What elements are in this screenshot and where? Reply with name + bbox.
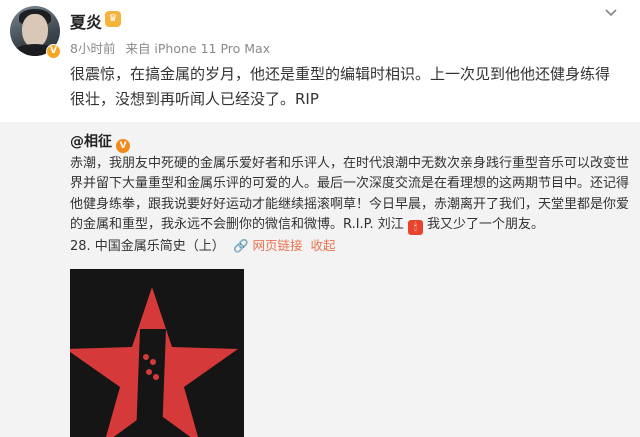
post-time[interactable]: 8小时前	[70, 41, 115, 56]
collapse-link[interactable]: 收起	[311, 238, 336, 253]
weibo-post: V 夏炎 ♛ 8小时前 来自 iPhone 11 Pro Max 很震惊，在搞金…	[0, 0, 640, 122]
star-guitar-artwork	[70, 287, 238, 437]
post-meta: 8小时前 来自 iPhone 11 Pro Max	[70, 38, 270, 57]
verified-badge-icon: V	[46, 44, 61, 59]
repost-list-item: 28. 中国金属乐简史（上）	[70, 238, 225, 254]
author-name[interactable]: 夏炎	[70, 9, 102, 33]
repost-body: 赤潮，我朋友中死硬的金属乐爱好者和乐评人，在时代浪潮中无数次亲身践行重型音乐可以…	[70, 155, 630, 233]
orange-verified-icon: V	[116, 139, 131, 153]
candle-emoji-icon: 🕯	[407, 220, 423, 235]
avatar-face	[22, 14, 48, 48]
chevron-down-icon[interactable]	[604, 6, 618, 20]
repost-card[interactable]: @相征 V 赤潮，我朋友中死硬的金属乐爱好者和乐评人，在时代浪潮中无数次亲身践行…	[0, 122, 640, 437]
post-content: 很震惊，在搞金属的岁月，他还是重型的编辑时相识。上一次见到他他还健身练得很壮，没…	[70, 65, 611, 108]
crown-icon: ♛	[105, 11, 121, 27]
repost-text: @相征 V 赤潮，我朋友中死硬的金属乐爱好者和乐评人，在时代浪潮中无数次亲身践行…	[70, 132, 635, 257]
repost-mention[interactable]: @相征	[70, 134, 112, 150]
repost-body-end: 我又少了一个朋友。	[427, 217, 545, 232]
link-icon: 🔗	[232, 237, 249, 253]
web-link[interactable]: 网页链接	[253, 238, 303, 253]
repost-paragraph: 赤潮，我朋友中死硬的金属乐爱好者和乐评人，在时代浪潮中无数次亲身践行重型音乐可以…	[70, 154, 635, 236]
post-source: 来自 iPhone 11 Pro Max	[125, 41, 271, 56]
album-cover-image[interactable]	[70, 269, 244, 437]
